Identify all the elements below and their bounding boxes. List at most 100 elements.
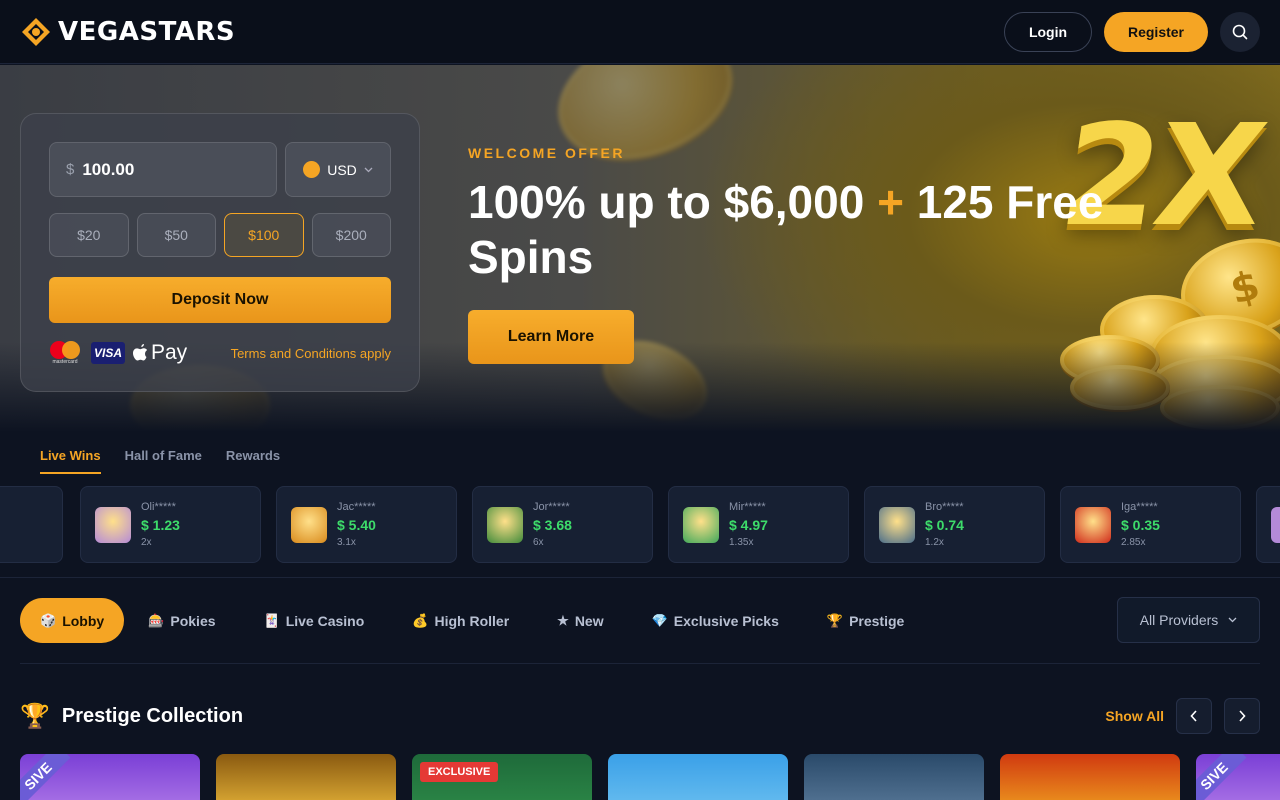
category-label: High Roller	[434, 612, 510, 629]
trophy-icon: 🏆	[20, 702, 50, 730]
game-tile[interactable]	[216, 754, 396, 800]
terms-link[interactable]: Terms and Conditions apply	[231, 346, 391, 361]
category-icon: 💎	[651, 612, 668, 628]
apple-pay-icon: Pay	[133, 341, 187, 365]
brand-logo[interactable]: VEGASTARS	[20, 16, 235, 48]
wins-tab[interactable]: Hall of Fame	[125, 448, 202, 474]
preset-amount-button[interactable]: $200	[311, 213, 391, 257]
win-multiplier: 2x	[141, 537, 152, 548]
game-thumbnail	[291, 506, 327, 543]
mastercard-icon: mastercard	[49, 341, 81, 365]
preset-amount-button[interactable]: $50	[136, 213, 216, 257]
category-label: Prestige	[849, 612, 905, 629]
top-header: VEGASTARS Login Register	[0, 0, 1280, 64]
exclusive-ribbon: SIVE	[20, 754, 71, 800]
game-thumbnail	[95, 506, 131, 543]
wins-tab[interactable]: Live Wins	[40, 448, 101, 474]
wins-tab[interactable]: Rewards	[226, 448, 280, 474]
game-tile[interactable]	[804, 754, 984, 800]
win-card[interactable]: Iga***** $ 0.35 2.85x	[1060, 486, 1241, 563]
win-card[interactable]: Bro***** $ 0.74 1.2x	[864, 486, 1045, 563]
category-icon: ★	[557, 612, 569, 628]
win-multiplier: 3.1x	[337, 537, 356, 548]
wins-tabs: Live Wins Hall of Fame Rewards	[40, 448, 280, 474]
divider	[20, 663, 1260, 664]
game-tile[interactable]	[608, 754, 788, 800]
game-tile[interactable]: EXCLUSIVE	[412, 754, 592, 800]
usd-coin-icon	[303, 161, 321, 178]
currency-label: USD	[327, 161, 357, 178]
win-card[interactable]: Jor***** $ 3.68 6x	[472, 486, 653, 563]
win-card-partial[interactable]	[0, 486, 63, 563]
hero-banner: 2X $ $ 100.00 USD $20 $50 $100 $200 Deposit…	[0, 65, 1280, 432]
chevron-right-icon	[1239, 710, 1246, 722]
welcome-offer-label: WELCOME OFFER	[468, 145, 625, 161]
win-username: Bro*****	[925, 501, 964, 513]
deposit-amount-input[interactable]: $ 100.00	[49, 142, 277, 197]
hero-copy: WELCOME OFFER 100% up to $6,000 + 125 Fr…	[468, 145, 1168, 364]
deposit-now-button[interactable]: Deposit Now	[49, 277, 391, 323]
search-button[interactable]	[1220, 11, 1260, 52]
win-multiplier: 1.2x	[925, 537, 944, 548]
win-username: Jac*****	[337, 501, 376, 513]
category-label: Pokies	[170, 612, 216, 629]
preset-amount-button[interactable]: $100	[224, 213, 304, 257]
providers-label: All Providers	[1139, 612, 1219, 628]
next-button[interactable]	[1224, 698, 1260, 734]
visa-icon: VISA	[91, 342, 125, 364]
game-tile[interactable]: SIVE	[20, 754, 200, 800]
category-label: Live Casino	[285, 612, 365, 629]
currency-select[interactable]: USD	[285, 142, 391, 197]
win-card[interactable]: Mir***** $ 4.97 1.35x	[668, 486, 849, 563]
category-label: Exclusive Picks	[673, 612, 779, 629]
logo-icon	[22, 17, 50, 46]
chevron-down-icon	[364, 167, 373, 172]
category-tab[interactable]: 💎 Exclusive Picks	[628, 598, 803, 643]
category-nav: 🎲 Lobby 🎰 Pokies 🃏 Live Casino 💰 High Roller ★ Ne…	[20, 598, 928, 643]
win-multiplier: 6x	[533, 537, 544, 548]
exclusive-badge: EXCLUSIVE	[420, 762, 499, 782]
providers-dropdown[interactable]: All Providers	[1117, 597, 1260, 643]
preset-amount-button[interactable]: $20	[49, 213, 129, 257]
register-button[interactable]: Register	[1104, 11, 1208, 52]
category-tab[interactable]: ★ New	[533, 598, 627, 643]
prev-button[interactable]	[1176, 698, 1212, 734]
category-tab[interactable]: 🃏 Live Casino	[240, 598, 389, 643]
category-icon: 🎰	[148, 612, 165, 628]
category-label: Lobby	[62, 612, 105, 629]
win-amount: $ 5.40	[337, 517, 376, 533]
category-tab[interactable]: 🏆 Prestige	[803, 598, 928, 643]
payment-methods: mastercard VISA Pay Terms and Conditions…	[49, 339, 391, 367]
win-amount: $ 3.68	[533, 517, 572, 533]
amount-presets: $20 $50 $100 $200	[49, 213, 391, 257]
category-tab[interactable]: 🎲 Lobby	[20, 598, 125, 643]
game-thumbnail	[1075, 506, 1111, 543]
category-tab[interactable]: 💰 High Roller	[388, 598, 533, 643]
win-card-partial[interactable]	[1256, 486, 1280, 563]
win-multiplier: 1.35x	[729, 537, 754, 548]
show-all-link[interactable]: Show All	[1105, 708, 1164, 724]
game-tile[interactable]	[1000, 754, 1180, 800]
win-card[interactable]: Oli***** $ 1.23 2x	[80, 486, 261, 563]
win-amount: $ 0.35	[1121, 517, 1160, 533]
category-icon: 🎲	[40, 612, 57, 628]
win-username: Jor*****	[533, 501, 570, 513]
learn-more-button[interactable]: Learn More	[468, 310, 634, 364]
hero-headline: 100% up to $6,000 + 125 Free Spins	[468, 176, 1104, 283]
brand-name: VEGASTARS	[58, 16, 236, 47]
category-tab[interactable]: 🎰 Pokies	[124, 598, 239, 643]
login-button[interactable]: Login	[1004, 11, 1092, 52]
search-icon	[1232, 24, 1248, 39]
currency-symbol: $	[66, 161, 75, 178]
amount-value: 100.00	[82, 159, 135, 179]
chevron-down-icon	[1228, 617, 1237, 623]
section-header: 🏆 Prestige Collection Show All	[20, 698, 1260, 734]
game-tile[interactable]: SIVE	[1196, 754, 1280, 800]
section-title: Prestige Collection	[61, 704, 244, 727]
divider	[0, 577, 1280, 578]
game-thumbnail	[879, 506, 915, 543]
games-carousel: SIVE EXCLUSIVE SIVE	[20, 754, 1280, 800]
win-card[interactable]: Jac***** $ 5.40 3.1x	[276, 486, 457, 563]
win-amount: $ 0.74	[925, 517, 964, 533]
category-icon: 💰	[412, 612, 429, 628]
